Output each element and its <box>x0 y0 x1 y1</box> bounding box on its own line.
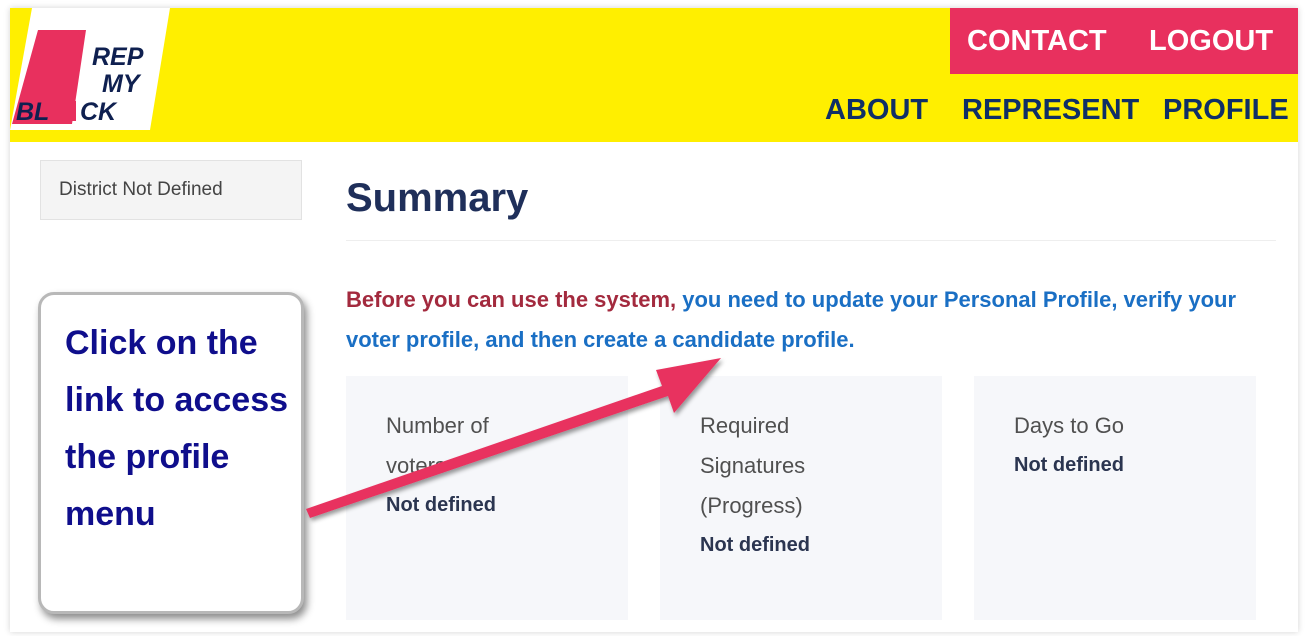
notice-warning-text: Before you can use the system, <box>346 287 677 312</box>
stat-value: Not defined <box>1014 454 1124 476</box>
rep-my-block-logo[interactable]: REP MY BL CK <box>10 8 170 130</box>
nav-represent-link[interactable]: REPRESENT <box>962 90 1139 130</box>
nav-contact-link[interactable]: CONTACT <box>967 8 1107 74</box>
stat-card-days: Days to Go Not defined <box>974 376 1256 620</box>
logo-block-square <box>54 101 76 121</box>
title-divider <box>346 240 1276 241</box>
logo-word-bl: BL <box>16 98 49 126</box>
stat-label: Required Signatures (Progress) <box>700 413 806 518</box>
stat-card-voters: Number of voters Not defined <box>346 376 628 620</box>
instruction-callout: Click on the link to access the profile … <box>38 292 304 614</box>
page-title: Summary <box>346 176 529 220</box>
nav-about-link[interactable]: ABOUT <box>825 90 928 130</box>
stat-label: Number of voters <box>386 413 489 478</box>
notice-period: . <box>848 327 855 352</box>
logo-word-ck: CK <box>80 98 118 126</box>
nav-logout-link[interactable]: LOGOUT <box>1149 8 1273 74</box>
site-header: REP MY BL CK CONTACT LOGOUT ABOUT REPRES… <box>10 8 1298 142</box>
logo-word-my: MY <box>102 70 142 98</box>
callout-text: Click on the link to access the profile … <box>65 324 289 533</box>
profile-notice: Before you can use the system, you need … <box>346 280 1276 360</box>
nav-profile-link[interactable]: PROFILE <box>1163 90 1289 130</box>
app-window: REP MY BL CK CONTACT LOGOUT ABOUT REPRES… <box>10 8 1298 632</box>
logo-word-rep: REP <box>92 43 144 71</box>
district-selector[interactable]: District Not Defined <box>40 160 302 220</box>
stat-label: Days to Go <box>1014 413 1125 438</box>
stat-card-signatures: Required Signatures (Progress) Not defin… <box>660 376 942 620</box>
stat-value: Not defined <box>700 534 810 556</box>
stat-value: Not defined <box>386 494 496 516</box>
